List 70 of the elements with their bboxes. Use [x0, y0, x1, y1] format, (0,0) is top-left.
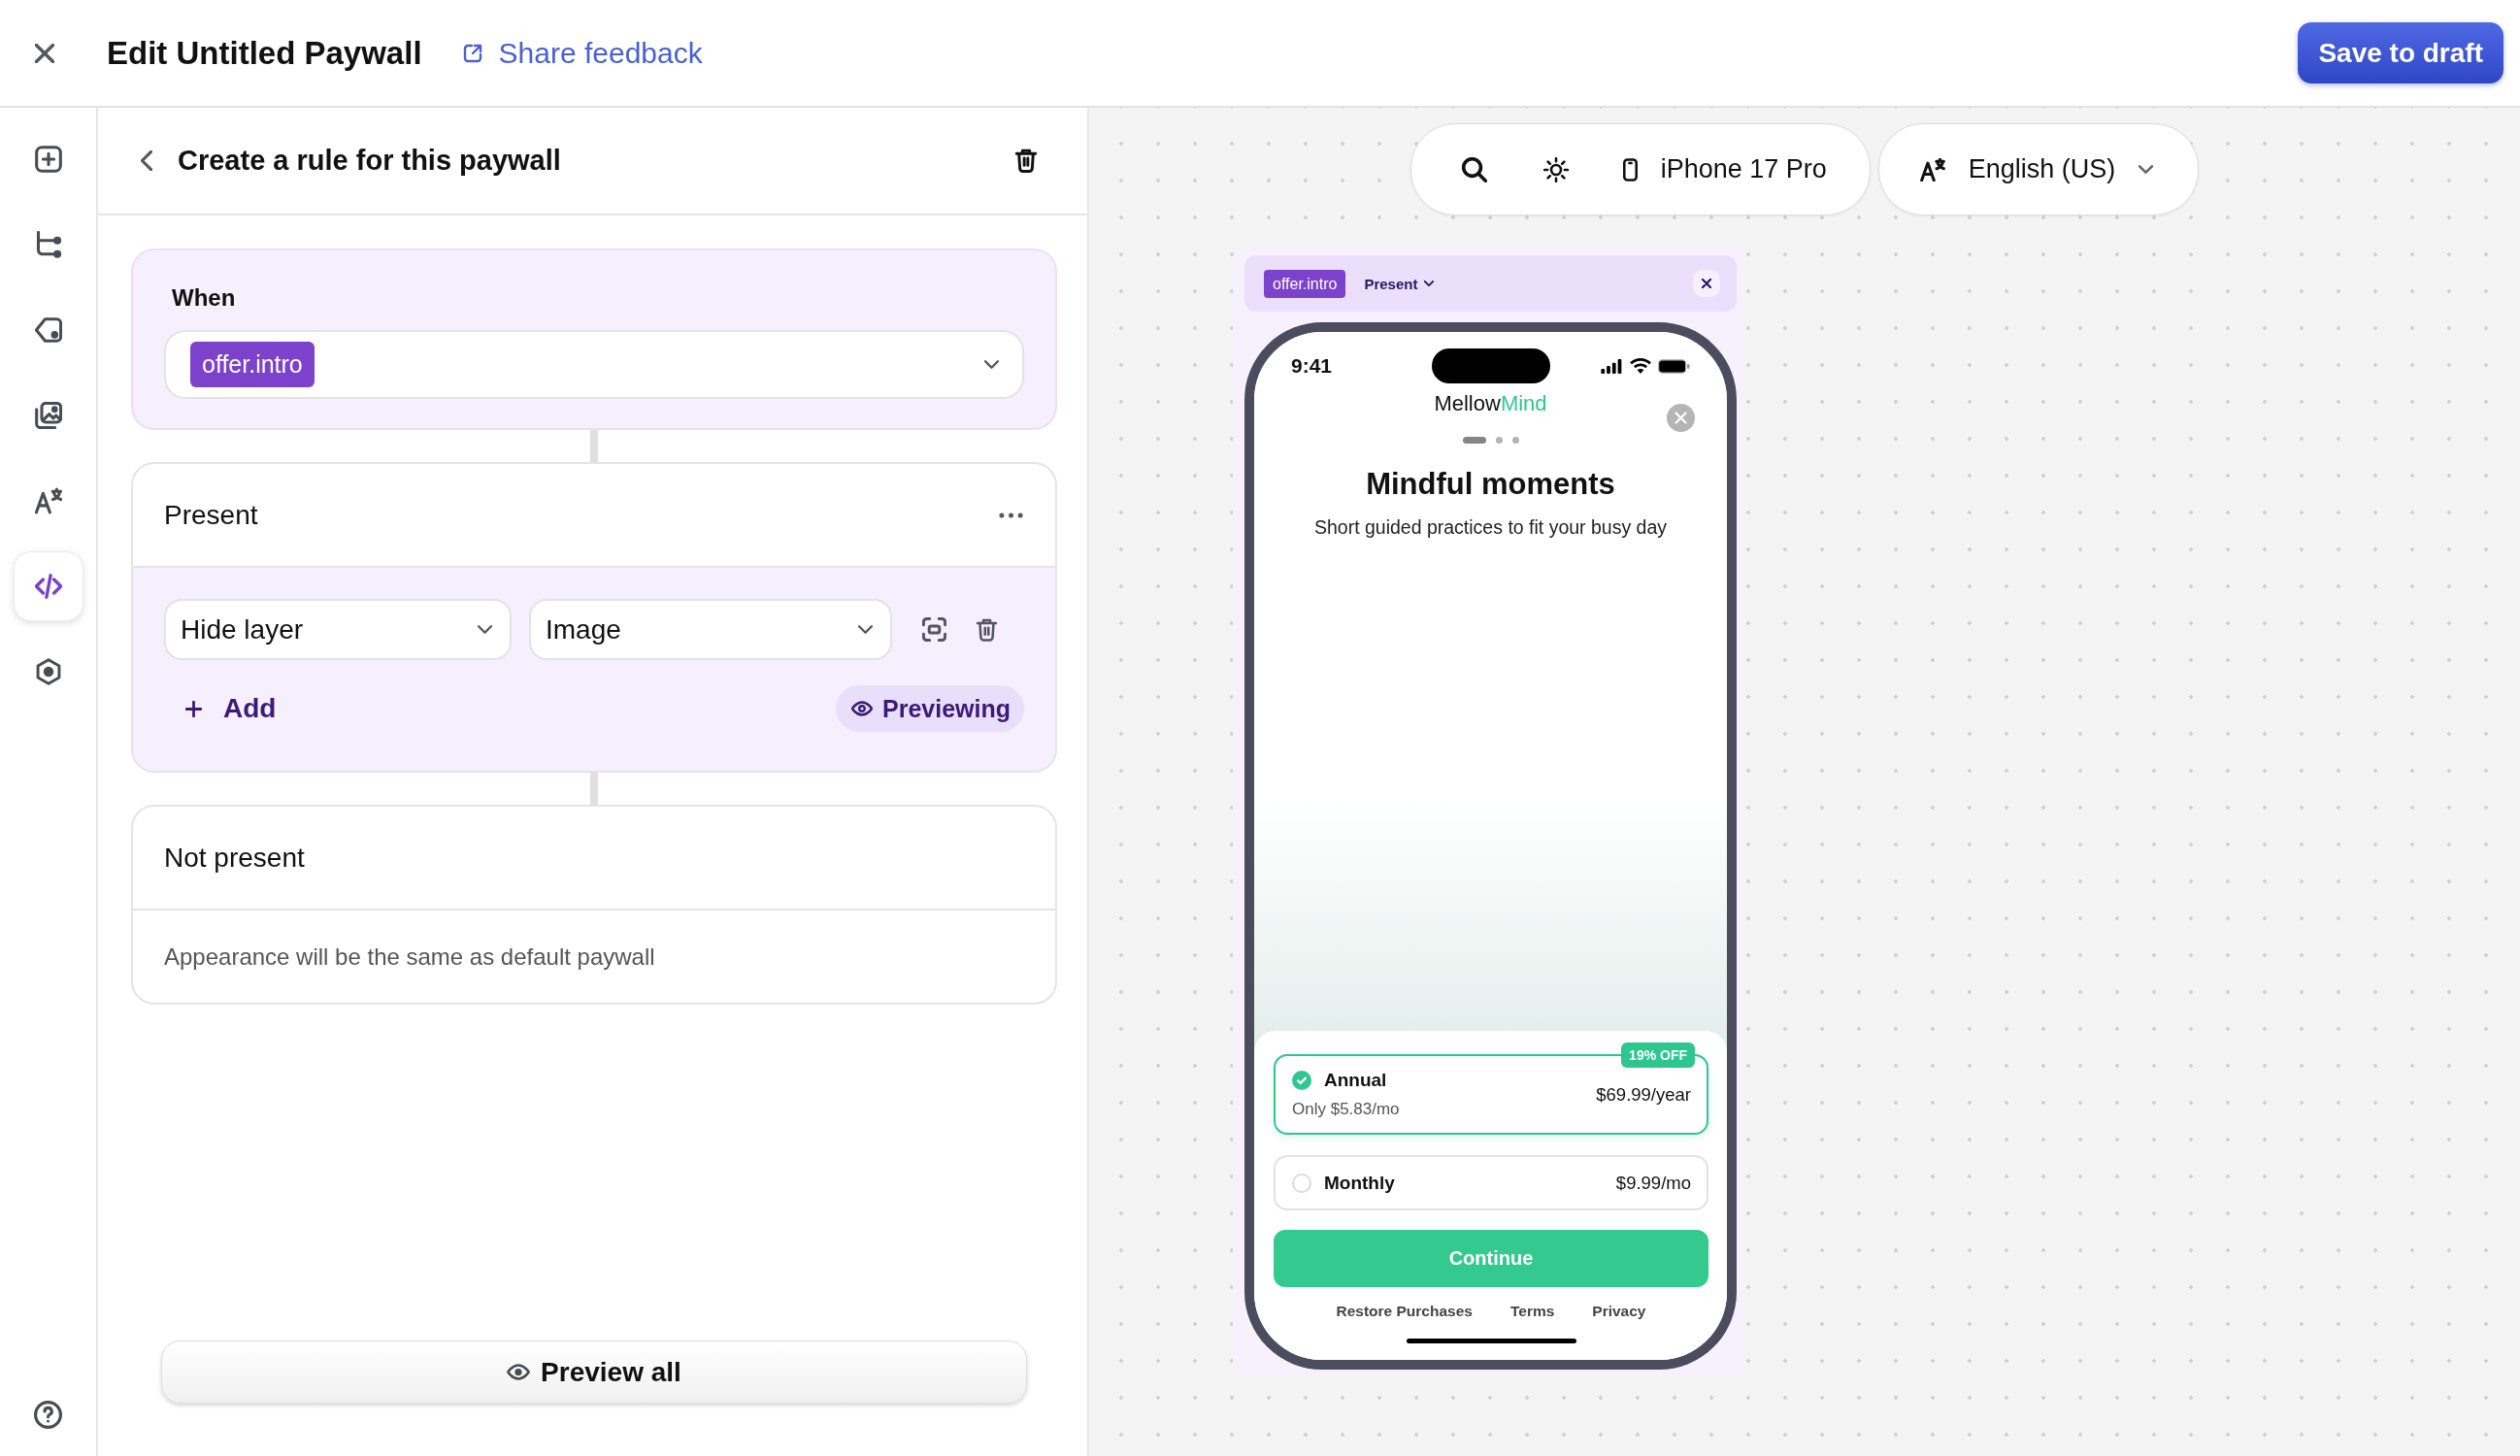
when-label: When [172, 283, 237, 313]
chevron-down-icon [984, 360, 999, 369]
translate-icon [1919, 157, 1945, 182]
condition-tag: offer.intro [190, 342, 315, 387]
code-icon [34, 573, 62, 600]
plan-price: $69.99/year [1596, 1083, 1691, 1106]
page-title: Edit Untitled Paywall [107, 34, 422, 72]
save-draft-button[interactable]: Save to draft [2298, 22, 2503, 83]
close-button[interactable] [1693, 270, 1720, 297]
condition-select[interactable]: offer.intro [164, 330, 1024, 399]
subtitle: Short guided practices to fit your busy day [1313, 515, 1668, 539]
sidebar-tab[interactable] [13, 551, 83, 621]
condition-tag: offer.intro [1264, 269, 1346, 298]
panel-title: Create a rule for this paywall [178, 145, 561, 177]
footer-link[interactable]: Privacy [1592, 1303, 1646, 1320]
chevron-down-icon [478, 625, 492, 634]
section-description: Appearance will be the same as default paywall [164, 943, 655, 970]
status-time: 9:41 [1291, 354, 1333, 378]
plan-option[interactable]: Monthly $9.99/mo [1274, 1155, 1708, 1210]
device-selector[interactable]: iPhone 17 Pro [1622, 154, 1827, 184]
headline: Mindful moments [1366, 467, 1615, 502]
eye-icon [507, 1364, 531, 1380]
footer-link[interactable]: Terms [1509, 1303, 1555, 1320]
discount-badge: 19% OFF [1621, 1042, 1695, 1068]
external-link-icon [462, 43, 482, 63]
state-dropdown[interactable]: Present [1364, 275, 1435, 292]
share-feedback-link[interactable]: Share feedback [462, 36, 703, 70]
battery-icon [1658, 358, 1690, 374]
previewing-button[interactable]: Previewing [836, 685, 1024, 732]
chevron-down-icon [1424, 281, 1435, 286]
notch-icon [1431, 348, 1550, 383]
translate-icon [34, 487, 62, 514]
plan-name: Annual [1324, 1070, 1387, 1091]
chevron-down-icon [2139, 165, 2154, 174]
action-select[interactable]: Hide layer [164, 599, 512, 660]
check-circle-icon [1292, 1071, 1311, 1090]
help-icon[interactable] [34, 1401, 62, 1429]
search-icon[interactable] [1461, 156, 1487, 182]
section-title: Present [164, 499, 258, 531]
trash-icon[interactable] [1015, 149, 1037, 173]
plus-icon [185, 700, 202, 717]
radio-icon [1292, 1173, 1311, 1193]
plan-price: $9.99/mo [1615, 1172, 1691, 1194]
plan-note: Only $5.83/mo [1292, 1100, 1400, 1119]
section-title: Not present [164, 842, 305, 874]
wifi-icon [1630, 358, 1651, 374]
trash-icon[interactable] [977, 617, 997, 642]
signal-icon [1600, 358, 1623, 374]
language-selector[interactable]: English (US) [1919, 154, 2154, 184]
plan-name: Monthly [1324, 1172, 1395, 1194]
more-icon[interactable] [999, 512, 1023, 518]
close-icon [1702, 279, 1711, 288]
images-icon [34, 402, 62, 429]
add-button[interactable]: Add [185, 693, 277, 724]
layer-select[interactable]: Image [529, 599, 892, 660]
hexagon-icon [34, 658, 62, 685]
brightness-icon[interactable] [1542, 156, 1569, 182]
back-icon[interactable] [141, 150, 152, 171]
home-indicator-icon [1406, 1339, 1576, 1343]
tag-icon [34, 316, 62, 344]
chevron-down-icon [858, 625, 873, 634]
app-logo: MellowMind [1434, 391, 1547, 416]
close-icon[interactable] [35, 43, 54, 63]
eye-icon [851, 701, 873, 716]
phone-icon [1622, 157, 1638, 182]
footer-link[interactable]: Restore Purchases [1336, 1303, 1473, 1320]
hierarchy-icon [34, 231, 62, 258]
focus-icon[interactable] [922, 617, 946, 642]
preview-all-button[interactable]: Preview all [161, 1340, 1027, 1404]
plus-square-icon [34, 146, 62, 173]
